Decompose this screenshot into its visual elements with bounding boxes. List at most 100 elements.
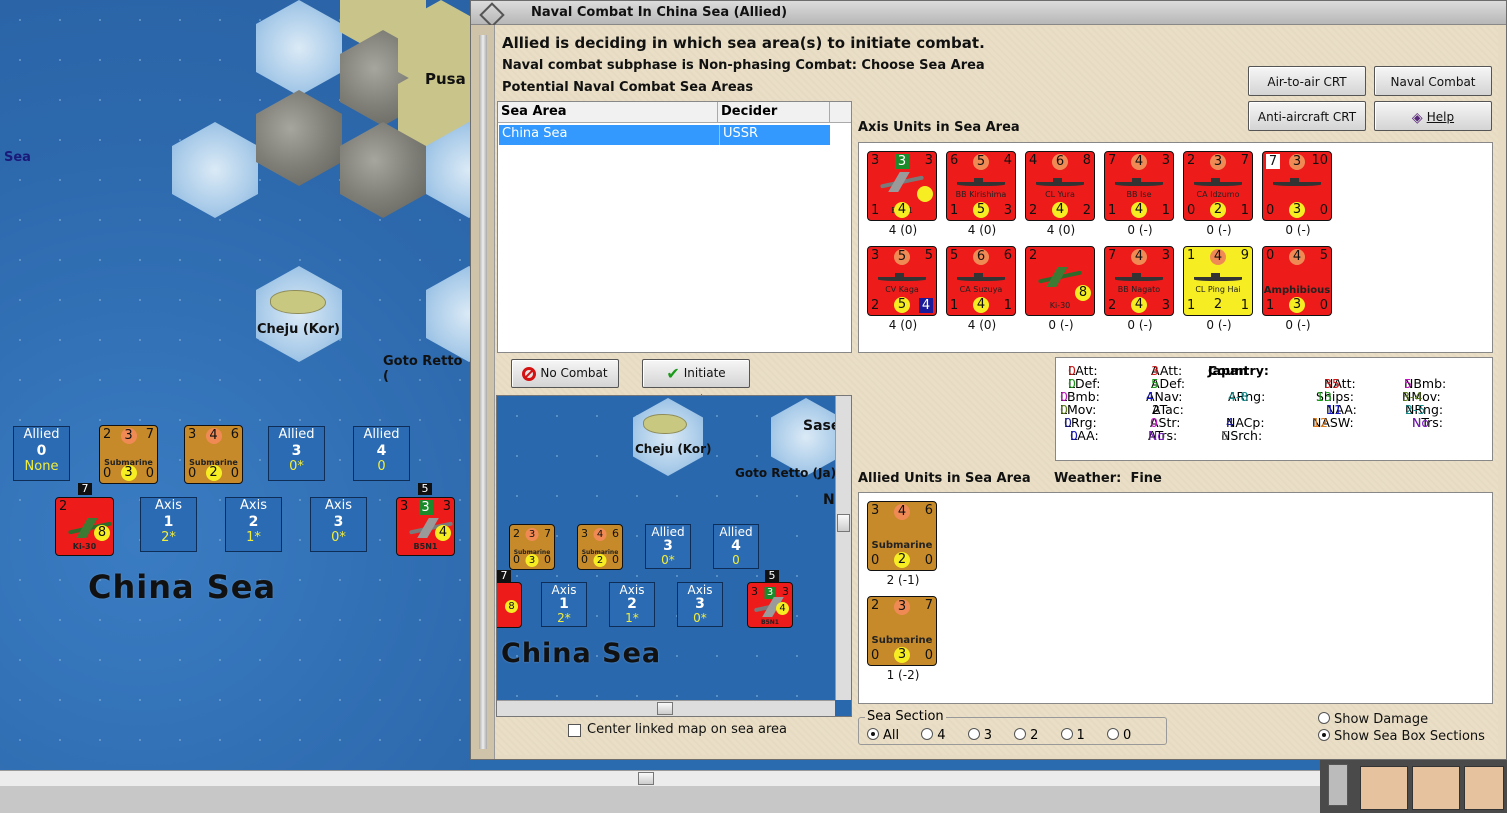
minimap-label-cheju: Cheju (Kor) xyxy=(635,442,712,456)
unit-counter[interactable]: 3 4 6 Submarine 0 2 0 xyxy=(867,501,937,571)
unit-counter[interactable]: 4 6 8 CL Yura 2 4 2 xyxy=(1025,151,1095,221)
anti-aircraft-crt-button[interactable]: Anti-aircraft CRT xyxy=(1248,101,1366,131)
show-damage-option[interactable]: Show Damage xyxy=(1318,712,1428,727)
unit-stat: 3 xyxy=(871,503,880,518)
unit-stat: 1 xyxy=(871,203,880,218)
unit-counter[interactable]: 2 3 7 CA Idzumo 0 2 1 xyxy=(1183,151,1253,221)
sea-box-allied-4[interactable]: Allied 4 0 xyxy=(353,426,410,481)
linked-minimap[interactable]: Cheju (Kor) Goto Retto (Ja) Sase N China… xyxy=(496,395,852,717)
thumbnail-tile[interactable] xyxy=(1464,766,1504,810)
minimap-box-allied-4[interactable]: Allied 4 0 xyxy=(713,524,759,569)
unit-counter[interactable]: 0 4 5 Amphibious 1 3 0 xyxy=(1262,246,1332,316)
unit-stat: 2 xyxy=(1029,248,1038,263)
sea-section-radio-all[interactable]: All xyxy=(867,728,899,743)
unit-stat xyxy=(917,186,933,202)
table-row[interactable]: China Sea USSR xyxy=(499,125,830,145)
thumbnail-tile[interactable] xyxy=(1360,766,1408,810)
box-number: 1 xyxy=(163,514,174,530)
sea-box-allied-0[interactable]: Allied 0 None xyxy=(13,426,70,481)
unit-submarine[interactable]: 2 3 7 Submarine 0 3 0 xyxy=(509,524,555,570)
no-combat-button[interactable]: No Combat xyxy=(511,359,619,388)
box-title: Axis xyxy=(687,583,713,597)
unit-submarine[interactable]: 2 3 7 Submarine 0 3 0 xyxy=(99,425,158,484)
minimap-box-axis-3[interactable]: Axis 3 0* xyxy=(677,582,723,627)
allied-units-label: Allied Units in Sea Area xyxy=(858,471,1031,486)
column-sea-area[interactable]: Sea Area xyxy=(498,102,718,122)
radio-label: 2 xyxy=(1030,728,1039,743)
unit-submarine[interactable]: 3 4 6 Submarine 0 2 0 xyxy=(184,425,243,484)
air-to-air-crt-button[interactable]: Air-to-air CRT xyxy=(1248,66,1366,96)
initiate-combat-button[interactable]: ✔Initiate Combat xyxy=(642,359,750,407)
sea-section-radio-2[interactable]: 2 xyxy=(1014,728,1038,743)
unit-counter[interactable]: 5 6 6 CA Suzuya 1 4 1 xyxy=(946,246,1016,316)
unit-strength-caption: 0 (-) xyxy=(1127,318,1153,332)
strip-handle[interactable] xyxy=(1328,764,1348,806)
unit-stat: 0 xyxy=(188,466,197,481)
unit-counter[interactable]: 7 4 3 BB Ise 1 4 1 xyxy=(1104,151,1174,221)
sea-box-axis-1[interactable]: Axis 1 2* xyxy=(140,497,197,552)
sea-section-radio-1[interactable]: 1 xyxy=(1060,728,1085,743)
minimap-box-allied-3[interactable]: Allied 3 0* xyxy=(645,524,691,569)
unit-counter[interactable]: 7 3 10 0 3 0 xyxy=(1262,151,1332,221)
unit-counter[interactable]: 1 4 9 CL Ping Hai 1 2 1 xyxy=(1183,246,1253,316)
sea-box-axis-3[interactable]: Axis 3 0* xyxy=(310,497,367,552)
box-value: None xyxy=(24,459,59,474)
dialog-titlebar[interactable]: Naval Combat In China Sea (Allied) xyxy=(471,1,1506,25)
help-button[interactable]: ◈ Help xyxy=(1374,101,1492,131)
minimap-horizontal-scrollbar[interactable] xyxy=(497,700,835,716)
main-horizontal-scrollbar[interactable] xyxy=(0,770,1320,786)
right-panel-strip xyxy=(1320,760,1507,813)
unit-b5n1[interactable]: 3 3 3 B5N1 4 xyxy=(396,497,455,556)
unit-stat: 0 xyxy=(581,553,588,566)
unit-name: CA Suzuya xyxy=(959,285,1003,294)
unit-counter[interactable]: 6 5 4 BB Kirishima 1 5 3 xyxy=(946,151,1016,221)
unit-counter[interactable]: 2 Ki-30 8 xyxy=(1025,246,1095,316)
unit-stat: 4 xyxy=(1131,249,1147,265)
sea-area-table[interactable]: Sea Area Decider China Sea USSR xyxy=(497,101,852,353)
sea-section-radio-4[interactable]: 4 xyxy=(921,728,946,743)
box-value: 0* xyxy=(289,459,304,474)
splitter-handle[interactable] xyxy=(471,25,495,759)
sea-box-axis-2[interactable]: Axis 2 1* xyxy=(225,497,282,552)
unit-counter[interactable]: 7 4 3 BB Nagato 2 4 3 xyxy=(1104,246,1174,316)
unit-counter[interactable]: 2 3 7 Submarine 0 3 0 xyxy=(867,596,937,666)
unit-name: CL Yura xyxy=(1045,190,1075,199)
sea-section-radio-3[interactable]: 3 xyxy=(967,728,992,743)
window-menu-icon[interactable] xyxy=(477,4,527,22)
box-number: 4 xyxy=(731,538,741,554)
column-decider[interactable]: Decider xyxy=(718,102,830,122)
scroll-thumb[interactable] xyxy=(638,772,654,785)
unit-stat: 3 xyxy=(871,153,880,168)
minimap-box-axis-2[interactable]: Axis 2 1* xyxy=(609,582,655,627)
sea-section-radio-0[interactable]: 0 xyxy=(1106,728,1131,743)
unit-stat: 2 xyxy=(593,554,607,567)
center-linked-checkbox[interactable] xyxy=(568,724,581,737)
stat-value: No xyxy=(1148,428,1165,443)
unit-ki30[interactable]: 8 xyxy=(497,582,522,628)
unit-stat: 4 xyxy=(1131,297,1147,313)
scroll-thumb[interactable] xyxy=(657,702,673,715)
show-sea-box-option[interactable]: Show Sea Box Sections xyxy=(1318,729,1485,744)
unit-stat: 5 xyxy=(894,249,910,265)
unit-stat: 7 xyxy=(1108,153,1117,168)
sea-box-allied-3[interactable]: Allied 3 0* xyxy=(268,426,325,481)
unit-ki30[interactable]: 2 Ki-30 8 xyxy=(55,497,114,556)
unit-counter[interactable]: 3 5 5 CV Kaga 2 5 4 xyxy=(867,246,937,316)
strategic-map[interactable]: Sea Pusa Cheju (Kor) Goto Retto ( China … xyxy=(0,0,470,770)
thumbnail-tile[interactable] xyxy=(1412,766,1460,810)
unit-counter[interactable]: 333B5N114 xyxy=(867,151,937,221)
unit-submarine[interactable]: 3 4 6 Submarine 0 2 0 xyxy=(577,524,623,570)
unit-stat: 2 xyxy=(1210,202,1226,218)
unit-stat: 2 xyxy=(1187,153,1196,168)
unit-stat: 2 xyxy=(59,499,68,514)
box-number: 3 xyxy=(333,514,344,530)
scroll-thumb[interactable] xyxy=(837,514,850,532)
naval-combat-chart-button[interactable]: Naval Combat Chart xyxy=(1374,66,1492,119)
allied-units-panel[interactable] xyxy=(858,492,1493,704)
box-title: Allied xyxy=(651,525,685,539)
unit-b5n1[interactable]: 3 3 3 B5N1 4 xyxy=(747,582,793,628)
unit-strength-caption: 0 (-) xyxy=(1285,223,1311,237)
minimap-box-axis-1[interactable]: Axis 1 2* xyxy=(541,582,587,627)
minimap-vertical-scrollbar[interactable] xyxy=(835,396,851,700)
unit-name: Submarine xyxy=(871,540,933,551)
